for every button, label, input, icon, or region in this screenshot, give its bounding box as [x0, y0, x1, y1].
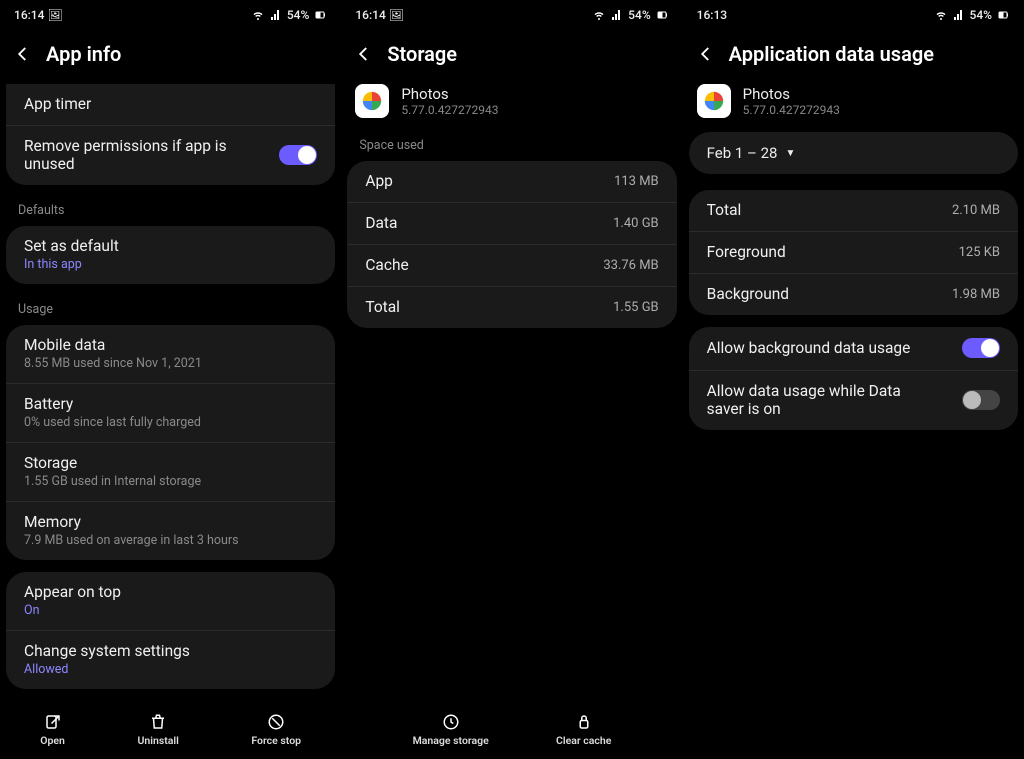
- header: App info: [0, 30, 341, 84]
- page-title: Storage: [387, 42, 457, 66]
- battery-icon: [313, 9, 327, 21]
- row-total: Total 2.10 MB: [689, 190, 1018, 232]
- row-storage[interactable]: Storage 1.55 GB used in Internal storage: [6, 443, 335, 502]
- battery-text: 54%: [287, 8, 309, 22]
- wifi-icon: [251, 9, 265, 21]
- card-advanced: Appear on top On Change system settings …: [6, 572, 335, 689]
- row-appear-on-top[interactable]: Appear on top On: [6, 572, 335, 631]
- card-privacy: App timer Remove permissions if app is u…: [6, 84, 335, 185]
- app-version: 5.77.0.427272943: [401, 103, 498, 117]
- section-defaults: Defaults: [0, 197, 341, 226]
- card-usage: Mobile data 8.55 MB used since Nov 1, 20…: [6, 325, 335, 560]
- app-name: Photos: [401, 85, 498, 103]
- clear-cache-icon: [575, 713, 593, 731]
- clear-cache-button[interactable]: Clear cache: [556, 713, 611, 747]
- row-battery[interactable]: Battery 0% used since last fully charged: [6, 384, 335, 443]
- stop-icon: [267, 713, 285, 731]
- open-button[interactable]: Open: [40, 713, 65, 747]
- section-space-used: Space used: [341, 132, 682, 161]
- manage-storage-button[interactable]: Manage storage: [413, 713, 489, 747]
- app-header: Photos 5.77.0.427272943: [683, 84, 1024, 132]
- screen-storage: 16:14 🖼 54% Storage: [341, 0, 682, 759]
- app-version: 5.77.0.427272943: [743, 103, 840, 117]
- cell-signal-icon: [610, 9, 624, 21]
- row-set-default[interactable]: Set as default In this app: [6, 226, 335, 284]
- image-indicator-icon: 🖼: [389, 8, 404, 22]
- cell-signal-icon: [269, 9, 283, 21]
- row-background: Background 1.98 MB: [689, 274, 1018, 315]
- card-defaults: Set as default In this app: [6, 226, 335, 284]
- row-foreground: Foreground 125 KB: [689, 232, 1018, 274]
- bottom-bar: Open Uninstall Force stop: [0, 703, 341, 759]
- card-data-settings: Allow background data usage Allow data u…: [689, 327, 1018, 430]
- date-range-picker[interactable]: Feb 1 – 28 ▼: [689, 132, 1018, 174]
- row-app-size: App 113 MB: [347, 161, 676, 203]
- battery-text: 54%: [628, 8, 650, 22]
- wifi-icon: [934, 9, 948, 21]
- row-app-timer[interactable]: App timer: [6, 84, 335, 126]
- status-bar: 16:14 🖼 54%: [341, 0, 682, 30]
- wifi-icon: [592, 9, 606, 21]
- row-change-system-settings[interactable]: Change system settings Allowed: [6, 631, 335, 689]
- app-icon: [697, 84, 731, 118]
- back-icon[interactable]: [355, 45, 373, 63]
- back-icon[interactable]: [697, 45, 715, 63]
- page-title: App info: [46, 42, 121, 66]
- clock: 16:14 🖼: [14, 8, 63, 22]
- open-icon: [44, 713, 62, 731]
- app-name: Photos: [743, 85, 840, 103]
- chevron-down-icon: ▼: [785, 148, 795, 159]
- row-allow-bg-data[interactable]: Allow background data usage: [689, 327, 1018, 371]
- toggle-allow-data-saver[interactable]: [962, 390, 1000, 410]
- card-usage-breakdown: Total 2.10 MB Foreground 125 KB Backgrou…: [689, 190, 1018, 315]
- clock: 16:13: [697, 8, 727, 22]
- row-total-size: Total 1.55 GB: [347, 287, 676, 328]
- header: Application data usage: [683, 30, 1024, 84]
- battery-text: 54%: [970, 8, 992, 22]
- force-stop-button[interactable]: Force stop: [251, 713, 301, 747]
- storage-icon: [442, 713, 460, 731]
- app-header: Photos 5.77.0.427272943: [341, 84, 682, 132]
- battery-icon: [655, 9, 669, 21]
- image-indicator-icon: 🖼: [47, 8, 62, 22]
- row-allow-data-saver[interactable]: Allow data usage while Data saver is on: [689, 371, 1018, 430]
- card-space-used: App 113 MB Data 1.40 GB Cache 33.76 MB T…: [347, 161, 676, 328]
- toggle-allow-bg-data[interactable]: [962, 338, 1000, 358]
- trash-icon: [149, 713, 167, 731]
- toggle-remove-permissions[interactable]: [279, 145, 317, 165]
- bottom-bar: Manage storage Clear cache: [341, 703, 682, 759]
- clock: 16:14 🖼: [355, 8, 404, 22]
- row-remove-permissions[interactable]: Remove permissions if app is unused: [6, 126, 335, 185]
- screen-app-info: 16:14 🖼 54% App info App timer: [0, 0, 341, 759]
- row-data-size: Data 1.40 GB: [347, 203, 676, 245]
- header: Storage: [341, 30, 682, 84]
- cell-signal-icon: [952, 9, 966, 21]
- battery-icon: [996, 9, 1010, 21]
- status-bar: 16:14 🖼 54%: [0, 0, 341, 30]
- row-cache-size: Cache 33.76 MB: [347, 245, 676, 287]
- screen-data-usage: 16:13 54% Application data usage: [683, 0, 1024, 759]
- app-icon: [355, 84, 389, 118]
- back-icon[interactable]: [14, 45, 32, 63]
- row-memory[interactable]: Memory 7.9 MB used on average in last 3 …: [6, 502, 335, 560]
- page-title: Application data usage: [729, 42, 934, 66]
- row-mobile-data[interactable]: Mobile data 8.55 MB used since Nov 1, 20…: [6, 325, 335, 384]
- status-bar: 16:13 54%: [683, 0, 1024, 30]
- uninstall-button[interactable]: Uninstall: [137, 713, 178, 747]
- section-usage: Usage: [0, 296, 341, 325]
